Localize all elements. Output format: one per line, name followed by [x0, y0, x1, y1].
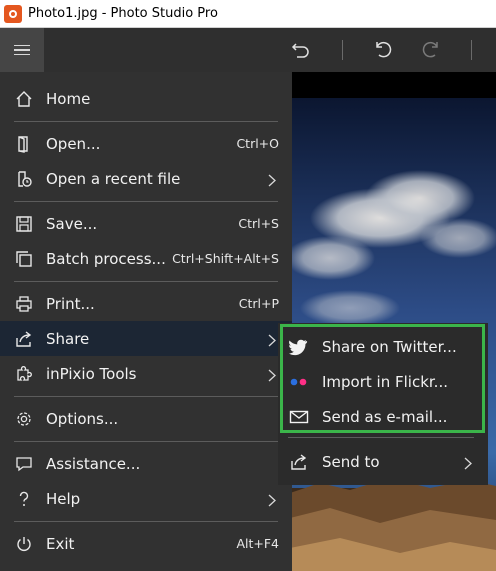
toolbar	[0, 28, 496, 72]
submenu-highlight-frame	[280, 324, 485, 433]
undo-all-icon[interactable]	[288, 36, 314, 62]
menu-item-exit[interactable]: Exit Alt+F4	[0, 526, 292, 561]
submenu-item-send-to[interactable]: Send to	[278, 444, 488, 479]
menu-item-inpixio-tools[interactable]: inPixio Tools	[0, 356, 292, 391]
batch-icon	[14, 249, 34, 269]
menu-item-label: Exit	[46, 534, 75, 553]
menu-item-label: Options...	[46, 409, 119, 428]
menu-item-shortcut: Ctrl+P	[238, 296, 279, 311]
menu-item-options[interactable]: Options...	[0, 401, 292, 436]
puzzle-icon	[14, 364, 34, 384]
menu-item-share[interactable]: Share	[0, 321, 292, 356]
menu-item-label: Home	[46, 89, 91, 108]
title-bar: Photo1.jpg - Photo Studio Pro	[0, 0, 496, 28]
submenu-item-label: Send to	[322, 452, 380, 471]
menu-item-shortcut: Ctrl+O	[236, 136, 279, 151]
redo-icon[interactable]	[418, 36, 444, 62]
menu-item-shortcut: Alt+F4	[236, 536, 279, 551]
chevron-right-icon	[464, 455, 472, 474]
print-icon	[14, 294, 34, 314]
menu-item-label: inPixio Tools	[46, 364, 137, 383]
app-logo-icon	[4, 4, 22, 23]
menu-item-help[interactable]: Help	[0, 481, 292, 516]
menu-item-shortcut: Ctrl+Shift+Alt+S	[172, 251, 279, 266]
menu-item-save[interactable]: Save... Ctrl+S	[0, 206, 292, 241]
menu-item-print[interactable]: Print... Ctrl+P	[0, 286, 292, 321]
menu-item-label: Print...	[46, 294, 95, 313]
menu-item-open-recent[interactable]: Open a recent file	[0, 161, 292, 196]
menu-divider	[14, 281, 278, 282]
home-icon	[14, 89, 34, 109]
menu-item-batch-process[interactable]: Batch process... Ctrl+Shift+Alt+S	[0, 241, 292, 276]
toolbar-divider	[471, 40, 472, 60]
hamburger-menu-button[interactable]	[0, 28, 44, 72]
menu-divider	[14, 121, 278, 122]
menu-item-assistance[interactable]: Assistance...	[0, 446, 292, 481]
menu-item-label: Save...	[46, 214, 98, 233]
toolbar-divider	[342, 40, 343, 60]
open-file-icon	[14, 134, 34, 154]
menu-divider	[14, 441, 278, 442]
share-icon	[14, 329, 34, 349]
menu-item-label: Open...	[46, 134, 101, 153]
menu-item-label: Batch process...	[46, 249, 166, 268]
menu-item-label: Share	[46, 329, 90, 348]
save-icon	[14, 214, 34, 234]
window-title: Photo1.jpg - Photo Studio Pro	[28, 6, 218, 21]
menu-item-home[interactable]: Home	[0, 81, 292, 116]
menu-divider	[14, 521, 278, 522]
chevron-right-icon	[268, 332, 276, 351]
menu-divider	[14, 201, 278, 202]
hamburger-line	[14, 53, 30, 56]
undo-icon[interactable]	[370, 36, 396, 62]
chevron-right-icon	[268, 172, 276, 191]
recent-file-icon	[14, 169, 34, 189]
share-icon	[288, 452, 310, 472]
question-icon	[14, 489, 34, 509]
chevron-right-icon	[268, 367, 276, 386]
menu-item-label: Open a recent file	[46, 169, 181, 188]
hamburger-icon	[14, 44, 30, 47]
chat-icon	[14, 454, 34, 474]
hamburger-line	[14, 49, 30, 51]
menu-item-label: Help	[46, 489, 81, 508]
gear-icon	[14, 409, 34, 429]
chevron-right-icon	[268, 492, 276, 511]
submenu-divider	[288, 437, 474, 438]
menu-item-open[interactable]: Open... Ctrl+O	[0, 126, 292, 161]
menu-item-label: Assistance...	[46, 454, 141, 473]
menu-item-shortcut: Ctrl+S	[238, 216, 279, 231]
power-icon	[14, 534, 34, 554]
canvas-background	[290, 72, 496, 98]
menu-divider	[14, 396, 278, 397]
